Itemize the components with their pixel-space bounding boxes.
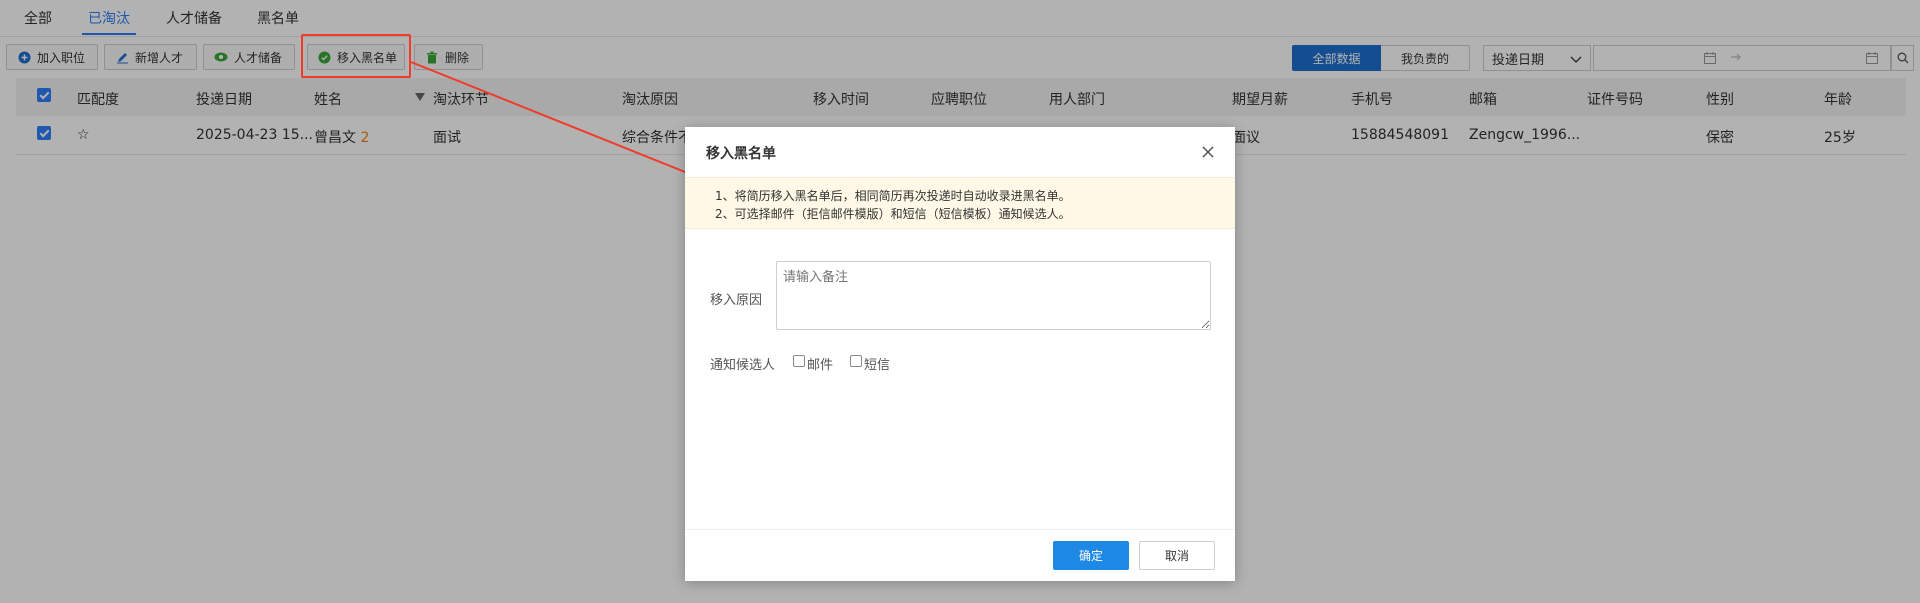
blacklist-dialog: 移入黑名单 1、将简历移入黑名单后，相同简历再次投递时自动收录进黑名单。 2、可…	[685, 127, 1235, 581]
email-checkbox[interactable]	[793, 355, 805, 367]
reason-label: 移入原因	[710, 293, 763, 308]
confirm-button[interactable]: 确定	[1053, 541, 1129, 570]
cancel-button[interactable]: 取消	[1139, 541, 1215, 570]
dialog-title: 移入黑名单	[706, 146, 776, 162]
dialog-footer-divider	[685, 529, 1235, 530]
notice-line-1: 1、将简历移入黑名单后，相同简历再次投递时自动收录进黑名单。	[715, 189, 1071, 203]
sms-option-label[interactable]: 短信	[864, 354, 890, 373]
sms-checkbox[interactable]	[850, 355, 862, 367]
annotation-highlight-box	[301, 34, 411, 78]
email-option-label[interactable]: 邮件	[807, 354, 833, 373]
reason-input[interactable]	[776, 261, 1211, 330]
notice-line-2: 2、可选择邮件（拒信邮件模版）和短信（短信模板）通知候选人。	[715, 207, 1071, 221]
close-icon[interactable]	[1199, 143, 1217, 161]
notice-panel: 1、将简历移入黑名单后，相同简历再次投递时自动收录进黑名单。 2、可选择邮件（拒…	[685, 177, 1235, 229]
notify-label: 通知候选人	[710, 358, 776, 373]
